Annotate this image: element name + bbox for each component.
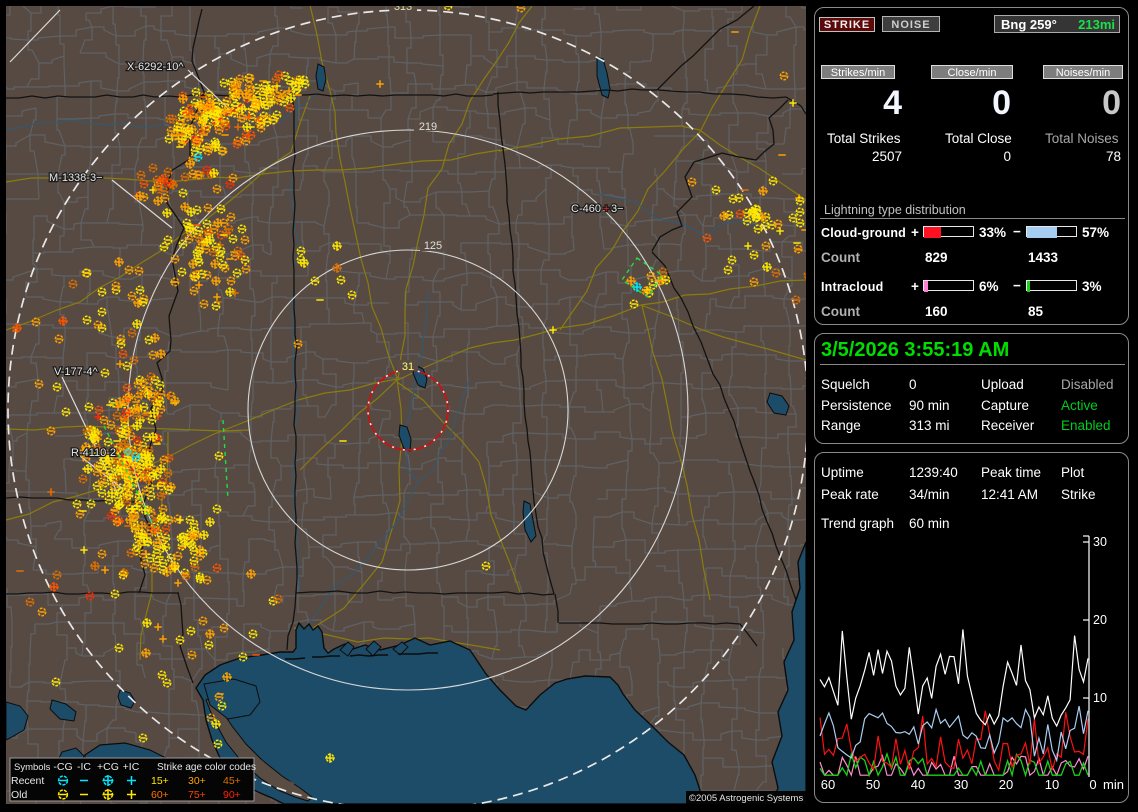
svg-text:20: 20 (1093, 613, 1107, 627)
svg-text:20: 20 (999, 777, 1013, 792)
svg-text:Old: Old (11, 789, 28, 801)
svg-text:Recent: Recent (11, 775, 44, 787)
svg-text:©2005 Astrogenic Systems: ©2005 Astrogenic Systems (689, 793, 803, 804)
svg-text:313: 313 (394, 6, 412, 13)
svg-text:219: 219 (419, 121, 437, 133)
svg-text:0: 0 (1089, 777, 1096, 792)
svg-text:31: 31 (402, 361, 414, 373)
svg-text:50: 50 (866, 777, 880, 792)
svg-text:V-177-4^: V-177-4^ (54, 366, 99, 378)
svg-text:+CG: +CG (97, 761, 119, 773)
svg-text:60+: 60+ (151, 789, 169, 801)
svg-text:90+: 90+ (223, 789, 241, 801)
svg-text:75+: 75+ (188, 789, 206, 801)
svg-text:-IC: -IC (77, 761, 91, 773)
svg-text:10: 10 (1045, 777, 1059, 792)
svg-text:10: 10 (1093, 691, 1107, 705)
svg-text:+: + (603, 203, 609, 215)
svg-text:X-6292-10^: X-6292-10^ (127, 61, 184, 73)
svg-text:30: 30 (1093, 535, 1107, 549)
svg-text:C-460: C-460 (571, 203, 601, 215)
svg-text:3−: 3− (611, 203, 624, 215)
svg-text:125: 125 (424, 240, 442, 252)
svg-text:R-4110-2: R-4110-2 (71, 447, 116, 459)
svg-text:Strike age color codes: Strike age color codes (157, 762, 256, 773)
svg-text:40: 40 (911, 777, 925, 792)
svg-text:+IC: +IC (123, 761, 140, 773)
svg-text:45+: 45+ (223, 775, 241, 787)
svg-text:60: 60 (821, 777, 835, 792)
svg-text:30+: 30+ (188, 775, 206, 787)
svg-text:-CG: -CG (53, 761, 72, 773)
svg-text:30: 30 (954, 777, 968, 792)
svg-text:min: min (1103, 777, 1124, 792)
svg-text:15+: 15+ (151, 775, 169, 787)
svg-text:Symbols: Symbols (14, 762, 51, 773)
svg-text:M-1338-3−: M-1338-3− (49, 172, 103, 184)
